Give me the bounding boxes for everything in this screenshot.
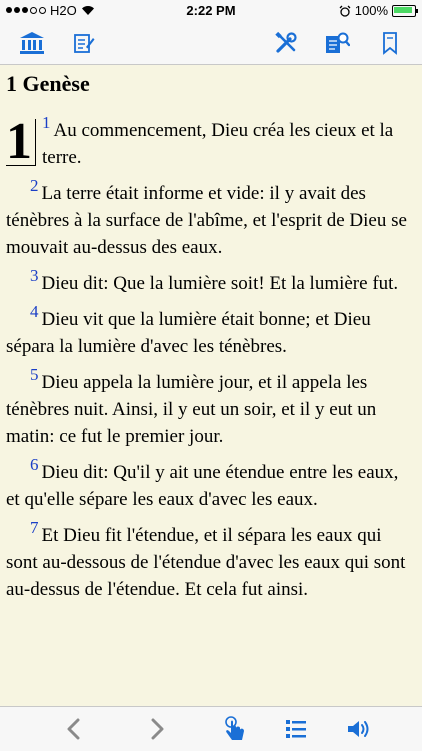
- previous-chapter-button[interactable]: [60, 715, 88, 743]
- verse-1[interactable]: 1 1 Au commencement, Dieu créa les cieux …: [6, 113, 416, 171]
- verse-number: 2: [30, 176, 39, 195]
- library-icon: [20, 32, 44, 54]
- battery-icon: [392, 4, 418, 17]
- speaker-icon: [348, 721, 369, 737]
- library-button[interactable]: [18, 30, 46, 56]
- verse-2[interactable]: 2 La terre était informe et vide: il y av…: [6, 176, 416, 261]
- chapter-list-button[interactable]: [282, 715, 310, 743]
- chevron-right-icon: [151, 718, 164, 740]
- notes-button[interactable]: [70, 30, 98, 56]
- verse-number: 5: [30, 365, 39, 384]
- tools-icon: [275, 31, 297, 53]
- verse-text: Dieu dit: Que la lumière soit! Et la lum…: [41, 273, 399, 294]
- search-book-button[interactable]: [323, 30, 351, 56]
- verse-3[interactable]: 3 Dieu dit: Que la lumière soit! Et la lu…: [6, 266, 416, 297]
- verse-number: 6: [30, 455, 39, 474]
- verse-number: 4: [30, 302, 39, 321]
- chapter-dropcap: 1: [6, 116, 36, 168]
- verse-6[interactable]: 6 Dieu dit: Qu'il y ait une étendue entre…: [6, 455, 416, 513]
- notes-icon: [74, 34, 95, 53]
- verse-4[interactable]: 4 Dieu vit que la lumière était bonne; et…: [6, 302, 416, 360]
- battery-area: 100%: [339, 3, 418, 18]
- top-toolbar: [0, 22, 422, 65]
- verse-text: Dieu vit que la lumière était bonne; et …: [6, 309, 371, 357]
- chapter-title: 1 Genèse: [6, 71, 90, 96]
- bookmark-button[interactable]: [376, 30, 404, 56]
- verse-text: Et Dieu fit l'étendue, et il sépara les …: [6, 525, 406, 600]
- verse-number: 1: [42, 113, 51, 132]
- status-bar: H2O 2:22 PM 100%: [0, 0, 422, 22]
- bookmark-icon: [383, 32, 397, 55]
- audio-button[interactable]: [345, 715, 373, 743]
- verse-text: Dieu appela la lumière jour, et il appel…: [6, 372, 377, 447]
- verse-number: 7: [30, 518, 39, 537]
- alarm-icon: [339, 5, 351, 17]
- chapter-content: 1 Genèse 1 1 Au commencement, Dieu créa l…: [0, 65, 422, 705]
- touch-icon: [225, 716, 244, 740]
- touch-mode-button[interactable]: [221, 715, 249, 743]
- verse-text: Au commencement, Dieu créa les cieux et …: [42, 120, 394, 168]
- verse-text: Dieu dit: Qu'il y ait une étendue entre …: [6, 462, 399, 510]
- verse-number: 3: [30, 266, 39, 285]
- bottom-toolbar: [0, 706, 422, 751]
- verse-5[interactable]: 5 Dieu appela la lumière jour, et il appe…: [6, 365, 416, 450]
- verse-7[interactable]: 7 Et Dieu fit l'étendue, et il sépara les…: [6, 518, 416, 603]
- verse-text: La terre était informe et vide: il y ava…: [6, 183, 407, 258]
- chevron-left-icon: [67, 718, 80, 740]
- battery-percent: 100%: [354, 3, 388, 18]
- tools-button[interactable]: [272, 30, 300, 56]
- list-icon: [286, 720, 306, 738]
- search-book-icon: [326, 32, 350, 53]
- next-chapter-button[interactable]: [143, 715, 171, 743]
